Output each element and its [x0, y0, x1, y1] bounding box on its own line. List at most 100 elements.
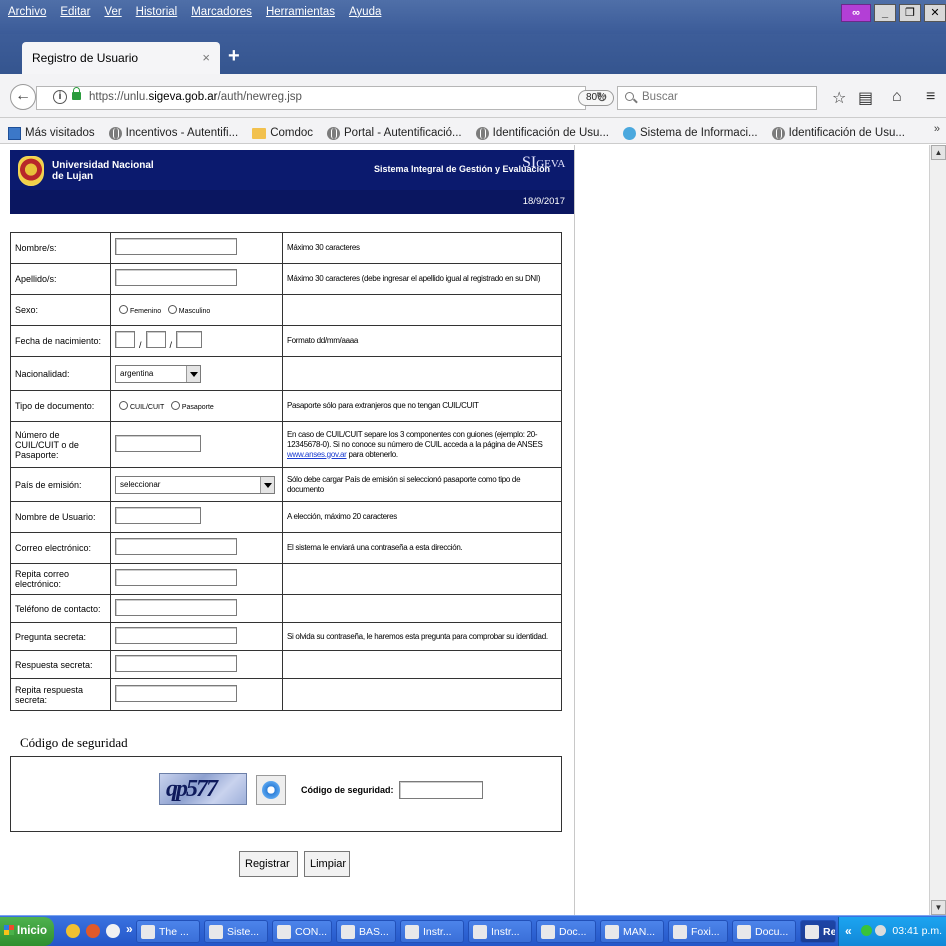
taskbar-item[interactable]: MAN... — [600, 920, 664, 943]
scroll-up-icon[interactable]: ▲ — [931, 145, 946, 160]
numero-label: Número de CUIL/CUIT o de Pasaporte: — [10, 421, 111, 468]
bookmarks-toolbar: Más visitados Incentivos - Autentifi... … — [0, 118, 946, 144]
respuesta-hint — [282, 650, 562, 679]
tipo-doc-cell: CUIL/CUIT Pasaporte — [110, 390, 283, 422]
new-tab-button[interactable]: + — [228, 46, 240, 66]
nombre-cell — [110, 232, 283, 264]
bookmarks-overflow-icon[interactable]: » — [934, 123, 940, 135]
fecha-day-input[interactable] — [115, 331, 135, 348]
clear-button[interactable]: Limpiar — [304, 851, 350, 877]
pregunta-input[interactable] — [115, 626, 237, 644]
menu-ver[interactable]: Ver — [104, 6, 121, 18]
browser-chrome: Archivo Editar Ver Historial Marcadores … — [0, 0, 946, 144]
bookmark-incentivos[interactable]: Incentivos - Autentifi... — [108, 123, 239, 143]
taskbar-item[interactable]: CON... — [272, 920, 332, 943]
bookmark-comdoc[interactable]: Comdoc — [252, 123, 313, 143]
menu-historial[interactable]: Historial — [136, 6, 178, 18]
tab-registro[interactable]: Registro de Usuario × — [22, 42, 220, 74]
menu-ayuda[interactable]: Ayuda — [349, 6, 381, 18]
minimize-button[interactable]: _ — [874, 4, 896, 22]
apellido-input[interactable] — [115, 269, 237, 286]
nacionalidad-select[interactable]: argentina — [115, 364, 201, 383]
repita-correo-input[interactable] — [115, 569, 237, 586]
taskbar-item[interactable]: Instr... — [400, 920, 464, 943]
form-row: Nacionalidad: argentina — [10, 356, 562, 391]
menu-hamburger-icon[interactable]: ≡ — [926, 88, 935, 106]
close-window-button[interactable]: ✕ — [924, 4, 946, 22]
bookmark-portal[interactable]: Portal - Autentificació... — [327, 123, 462, 143]
restore-button[interactable]: ❐ — [899, 4, 921, 22]
tab-close-icon[interactable]: × — [202, 50, 210, 65]
repita-respuesta-hint — [282, 678, 562, 711]
fecha-hint: Formato dd/mm/aaaa — [282, 325, 562, 357]
bookmark-sistema-informacion[interactable]: Sistema de Informaci... — [622, 123, 758, 143]
usuario-input[interactable] — [115, 507, 201, 524]
chrome-quick-icon[interactable] — [106, 924, 120, 938]
home-icon[interactable]: ⌂ — [892, 88, 902, 106]
taskbar-item-active[interactable]: Regi... — [800, 920, 836, 943]
scroll-down-icon[interactable]: ▼ — [931, 900, 946, 915]
bookmark-identificacion-2[interactable]: Identificación de Usu... — [771, 123, 905, 143]
bookmark-label: Identificación de Usu... — [788, 127, 905, 139]
bookmark-label: Identificación de Usu... — [492, 127, 609, 139]
menu-archivo[interactable]: Archivo — [8, 6, 46, 18]
security-heading: Código de seguridad — [20, 735, 128, 750]
form-row: Pregunta secreta: Si olvida su contraseñ… — [10, 622, 562, 651]
taskbar-item[interactable]: Siste... — [204, 920, 268, 943]
taskbar-item[interactable]: BAS... — [336, 920, 396, 943]
telefono-cell — [110, 594, 283, 623]
taskbar-item[interactable]: Foxi... — [668, 920, 728, 943]
sexo-femenino-radio[interactable] — [119, 304, 128, 314]
bookmark-identificacion-1[interactable]: Identificación de Usu... — [475, 123, 609, 143]
vertical-scrollbar[interactable]: ▲ ▼ — [929, 145, 946, 915]
lock-icon — [72, 87, 81, 100]
quicklaunch-more-icon[interactable]: » — [126, 922, 133, 936]
library-icon[interactable]: ▤ — [858, 88, 873, 108]
security-code-input[interactable] — [399, 781, 483, 799]
menu-editar[interactable]: Editar — [60, 6, 90, 18]
menu-herramientas[interactable]: Herramientas — [266, 6, 335, 18]
fecha-year-input[interactable] — [176, 331, 203, 348]
register-button[interactable]: Registrar — [239, 851, 298, 877]
taskbar-item[interactable]: The ... — [136, 920, 200, 943]
pais-select[interactable]: seleccionar — [115, 475, 275, 494]
captcha-image: qp577 — [159, 773, 247, 805]
taskbar-item[interactable]: Doc... — [536, 920, 596, 943]
firefox-quick-icon[interactable] — [86, 924, 100, 938]
search-input[interactable]: Buscar — [617, 86, 817, 110]
bookmark-label: Incentivos - Autentifi... — [125, 127, 239, 139]
menu-marcadores[interactable]: Marcadores — [191, 6, 252, 18]
start-button[interactable]: Inicio — [0, 917, 54, 946]
taskbar-item[interactable]: Instr... — [468, 920, 532, 943]
url-bar[interactable]: i https://unlu.sigeva.gob.ar/auth/newreg… — [36, 86, 614, 110]
tipo-doc-hint: Pasaporte sólo para extranjeros que no t… — [282, 390, 562, 422]
correo-input[interactable] — [115, 538, 237, 555]
bookmark-star-icon[interactable]: ☆ — [832, 88, 846, 108]
apellido-cell — [110, 263, 283, 295]
reload-icon[interactable]: ↻ — [596, 89, 608, 106]
quicklaunch-icon[interactable] — [66, 924, 80, 938]
sexo-masculino-label: Masculino — [178, 307, 211, 315]
refresh-captcha-icon[interactable] — [256, 775, 286, 805]
fecha-cell: / / — [110, 325, 283, 357]
bookmark-label: Portal - Autentificació... — [344, 127, 462, 139]
respuesta-input[interactable] — [115, 654, 237, 672]
back-button[interactable]: ← — [10, 84, 36, 110]
fecha-month-input[interactable] — [145, 331, 166, 348]
network-icon[interactable] — [861, 925, 872, 936]
bookmark-mas-visitados[interactable]: Más visitados — [8, 123, 95, 143]
tipo-doc-cuil-label: CUIL/CUIT — [130, 403, 165, 411]
taskbar-item[interactable]: Docu... — [732, 920, 796, 943]
site-info-icon[interactable]: i — [53, 90, 67, 104]
numero-input[interactable] — [115, 434, 201, 452]
sexo-masculino-radio[interactable] — [167, 304, 177, 314]
nombre-input[interactable] — [115, 238, 237, 255]
volume-icon[interactable] — [875, 925, 886, 936]
repita-respuesta-input[interactable] — [115, 684, 237, 702]
tipo-doc-cuil-radio[interactable] — [119, 400, 128, 410]
header-bar — [10, 190, 575, 214]
telefono-input[interactable] — [115, 598, 237, 616]
tray-expand-icon[interactable]: « — [845, 924, 852, 938]
tipo-doc-pasaporte-radio[interactable] — [170, 400, 180, 410]
anses-link[interactable]: www.anses.gov.ar — [287, 450, 347, 459]
